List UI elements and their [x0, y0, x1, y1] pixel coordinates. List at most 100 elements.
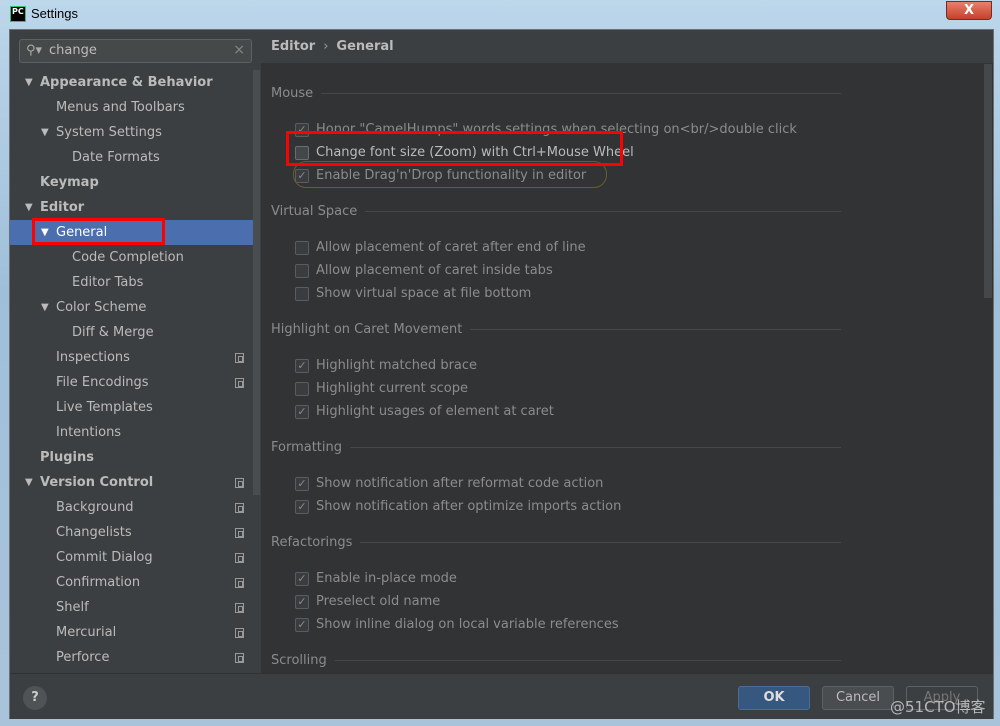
- checkbox-checked-icon[interactable]: ✓: [295, 594, 309, 609]
- sidebar-item-label: Live Templates: [56, 400, 153, 415]
- cancel-button[interactable]: Cancel: [822, 686, 894, 710]
- divider: [321, 93, 841, 94]
- option-checkbox[interactable]: Allow placement of caret inside tabs: [295, 263, 553, 278]
- dialog-footer: ? OK Cancel Apply: [10, 673, 993, 719]
- divider: [360, 542, 841, 543]
- annotation-box-zoom-option: [286, 131, 623, 166]
- option-checkbox[interactable]: Allow placement of caret after end of li…: [295, 240, 586, 255]
- project-settings-icon: [235, 578, 244, 588]
- option-checkbox[interactable]: ✓ Show inline dialog on local variable re…: [295, 617, 619, 632]
- sidebar-item[interactable]: ▼ Color Scheme: [10, 295, 253, 320]
- sidebar-scrollbar[interactable]: [253, 70, 260, 495]
- sidebar-item[interactable]: Keymap: [10, 170, 253, 195]
- content-scrollbar[interactable]: [984, 64, 992, 298]
- sidebar-item-label: Color Scheme: [56, 300, 147, 315]
- sidebar-item[interactable]: Inspections: [10, 345, 253, 370]
- checkbox-checked-icon[interactable]: ✓: [295, 358, 309, 373]
- help-button[interactable]: ?: [23, 686, 47, 710]
- checkbox-unchecked-icon[interactable]: [295, 286, 309, 301]
- sidebar-item[interactable]: ▼ Editor: [10, 195, 253, 220]
- section-header: Mouse: [271, 86, 841, 101]
- sidebar-item[interactable]: Changelists: [10, 520, 253, 545]
- project-settings-icon: [235, 528, 244, 538]
- checkbox-unchecked-icon[interactable]: [295, 381, 309, 396]
- sidebar-item[interactable]: ▼ System Settings: [10, 120, 253, 145]
- checkbox-checked-icon[interactable]: ✓: [295, 476, 309, 491]
- project-settings-icon: [235, 653, 244, 663]
- clear-search-icon[interactable]: ×: [233, 42, 245, 58]
- checkbox-checked-icon[interactable]: ✓: [295, 499, 309, 514]
- section-title: Refactorings: [271, 535, 353, 550]
- expand-arrow-icon[interactable]: ▼: [41, 120, 49, 145]
- sidebar-item[interactable]: Code Completion: [10, 245, 253, 270]
- section-title: Mouse: [271, 86, 314, 101]
- checkbox-checked-icon[interactable]: ✓: [295, 168, 309, 183]
- option-checkbox[interactable]: ✓ Enable in-place mode: [295, 571, 457, 586]
- sidebar-item[interactable]: Live Templates: [10, 395, 253, 420]
- option-checkbox[interactable]: ✓ Show notification after optimize import…: [295, 499, 621, 514]
- sidebar-item[interactable]: Menus and Toolbars: [10, 95, 253, 120]
- option-label: Allow placement of caret inside tabs: [316, 263, 553, 278]
- checkbox-unchecked-icon[interactable]: [295, 240, 309, 255]
- search-icon: ⚲▾: [26, 43, 43, 58]
- project-settings-icon: [235, 603, 244, 613]
- sidebar-item[interactable]: Commit Dialog: [10, 545, 253, 570]
- sidebar-item[interactable]: Plugins: [10, 445, 253, 470]
- sidebar-item-label: Version Control: [40, 475, 154, 490]
- expand-arrow-icon[interactable]: ▼: [25, 70, 33, 95]
- sidebar-item[interactable]: ▼ Appearance & Behavior: [10, 70, 253, 95]
- sidebar-item-label: Intentions: [56, 425, 122, 440]
- close-button[interactable]: X: [946, 1, 992, 20]
- option-checkbox[interactable]: Highlight current scope: [295, 381, 468, 396]
- sidebar-item[interactable]: Confirmation: [10, 570, 253, 595]
- option-checkbox[interactable]: ✓ Show notification after reformat code a…: [295, 476, 603, 491]
- sidebar-item[interactable]: Diff & Merge: [10, 320, 253, 345]
- option-label: Show virtual space at file bottom: [316, 286, 532, 301]
- option-label: Show notification after reformat code ac…: [316, 476, 604, 491]
- sidebar-item-label: Confirmation: [56, 575, 141, 590]
- checkbox-checked-icon[interactable]: ✓: [295, 571, 309, 586]
- option-checkbox[interactable]: ✓ Highlight matched brace: [295, 358, 477, 373]
- divider: [470, 329, 841, 330]
- sidebar-item[interactable]: Intentions: [10, 420, 253, 445]
- option-label: Highlight usages of element at caret: [316, 404, 554, 419]
- expand-arrow-icon[interactable]: ▼: [25, 195, 33, 220]
- sidebar-item-label: Perforce: [56, 650, 110, 665]
- sidebar-item-label: Editor Tabs: [72, 275, 144, 290]
- option-checkbox[interactable]: Show virtual space at file bottom: [295, 286, 531, 301]
- section-header: Formatting: [271, 440, 841, 455]
- sidebar-item[interactable]: Mercurial: [10, 620, 253, 645]
- option-checkbox[interactable]: ✓ Highlight usages of element at caret: [295, 404, 554, 419]
- sidebar-item-label: Shelf: [56, 600, 89, 615]
- sidebar-item[interactable]: Shelf: [10, 595, 253, 620]
- section-header: Virtual Space: [271, 204, 841, 219]
- watermark: @51CTO博客: [890, 698, 986, 716]
- sidebar-item-label: Date Formats: [72, 150, 160, 165]
- checkbox-checked-icon[interactable]: ✓: [295, 617, 309, 632]
- project-settings-icon: [235, 378, 244, 388]
- checkbox-unchecked-icon[interactable]: [295, 263, 309, 278]
- search-input[interactable]: ⚲▾ change ×: [19, 39, 252, 63]
- breadcrumb-parent[interactable]: Editor: [271, 39, 315, 54]
- divider: [334, 660, 841, 661]
- title-bar: PC Settings X: [0, 0, 1000, 30]
- section-title: Virtual Space: [271, 204, 358, 219]
- option-label: Allow placement of caret after end of li…: [316, 240, 586, 255]
- sidebar-item[interactable]: Perforce: [10, 645, 253, 670]
- sidebar-item[interactable]: File Encodings: [10, 370, 253, 395]
- sidebar-item-label: System Settings: [56, 125, 162, 140]
- sidebar-item-label: Commit Dialog: [56, 550, 153, 565]
- breadcrumb: Editor › General: [261, 30, 993, 63]
- checkbox-checked-icon[interactable]: ✓: [295, 404, 309, 419]
- option-checkbox[interactable]: ✓ Enable Drag'n'Drop functionality in edi…: [295, 168, 586, 183]
- expand-arrow-icon[interactable]: ▼: [41, 295, 49, 320]
- option-checkbox[interactable]: ✓ Preselect old name: [295, 594, 440, 609]
- sidebar-item[interactable]: ▼ Version Control: [10, 470, 253, 495]
- section-title: Formatting: [271, 440, 343, 455]
- sidebar-item[interactable]: Background: [10, 495, 253, 520]
- sidebar-item[interactable]: Editor Tabs: [10, 270, 253, 295]
- sidebar-item[interactable]: Date Formats: [10, 145, 253, 170]
- sidebar-item-label: Changelists: [56, 525, 132, 540]
- expand-arrow-icon[interactable]: ▼: [25, 470, 33, 495]
- ok-button[interactable]: OK: [738, 686, 810, 710]
